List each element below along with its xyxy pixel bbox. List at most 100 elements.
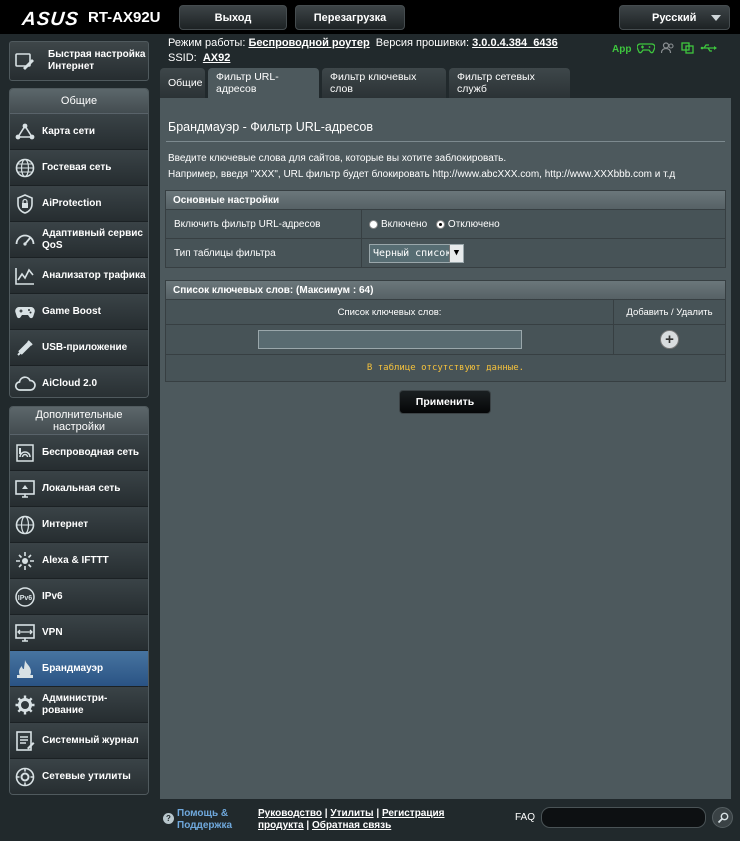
sidebar-item-game-boost[interactable]: Game Boost [10,294,148,330]
globe-icon [14,157,36,179]
ssid-label: SSID: [168,52,197,64]
firewall-flame-icon [14,658,36,680]
filter-table-type-select[interactable]: Черный список ▼ [369,243,464,263]
sidebar-item-traffic-analyzer[interactable]: Анализатор трафика [10,258,148,294]
logout-button[interactable]: Выход [179,5,287,30]
sidebar-item-lan[interactable]: Локальная сеть [10,471,148,507]
sidebar-item-label: VPN [42,626,63,638]
sidebar-item-label: Game Boost [42,305,101,317]
copy-icon[interactable] [681,42,695,57]
add-keyword-cell: + [614,325,725,354]
filter-table-type-label: Тип таблицы фильтра [166,239,362,267]
quick-internet-setup[interactable]: Быстрая настройка Интернет [9,41,149,81]
tab-url-filter[interactable]: Фильтр URL-адресов [208,68,319,98]
users-icon[interactable] [661,42,675,57]
description-line-1: Введите ключевые слова для сайтов, котор… [168,153,507,164]
radio-disabled-label: Отключено [447,218,500,230]
radio-enabled[interactable] [369,219,378,229]
description-line-2: Например, введя "XXX", URL фильтр будет … [168,169,676,180]
sidebar-item-guest-network[interactable]: Гостевая сеть [10,150,148,186]
enable-url-filter-row: Включить фильтр URL-адресов Включено Отк… [165,210,726,239]
radio-disabled[interactable] [435,219,445,229]
sidebar-item-wireless[interactable]: Беспроводная сеть [10,435,148,471]
ipv6-icon: IPv6 [14,586,36,608]
gamepad-icon [14,301,36,323]
sidebar-item-internet[interactable]: Интернет [10,507,148,543]
firmware-value-link[interactable]: 3.0.0.4.384_6436 [472,37,558,49]
help-line-1: Помощь & [177,808,229,819]
usb-plug-icon [14,337,36,359]
sidebar-item-label: IPv6 [42,590,63,602]
help-support-link[interactable]: Помощь & Поддержка [177,808,232,832]
tab-keyword-filter[interactable]: Фильтр ключевых слов [322,68,446,98]
ssid-value-link[interactable]: AX92 [203,52,231,64]
sidebar-item-label: Alexa & IFTTT [42,554,109,566]
feedback-link[interactable]: Обратная связь [312,820,391,831]
ssid-info: SSID: AX92 [168,52,230,64]
sidebar-item-label: Интернет [42,518,89,530]
lock-shield-icon [14,193,36,215]
gear-icon [14,694,36,716]
sidebar-item-network-tools[interactable]: Сетевые утилиты [10,759,148,794]
add-circle-icon[interactable]: + [660,330,679,349]
sidebar-item-aicloud[interactable]: AiCloud 2.0 [10,366,148,397]
reboot-button[interactable]: Перезагрузка [295,5,405,30]
sidebar-item-network-map[interactable]: Карта сети [10,114,148,150]
sidebar-item-label: USB-приложение [42,341,128,353]
sidebar-item-aiprotection[interactable]: AiProtection [10,186,148,222]
status-icons: App [612,42,718,57]
keyword-table-header: Список ключевых слов: Добавить / Удалить [165,300,726,325]
faq-search-input[interactable] [541,807,706,828]
sidebar-item-label: Беспроводная сеть [42,446,140,458]
sidebar-advanced-header: Дополнительные настройки [10,407,148,435]
app-icon[interactable]: App [612,44,631,55]
speedometer-icon [14,229,36,251]
usb-icon[interactable] [700,42,718,57]
sidebar-item-label: Сетевые утилиты [42,771,131,782]
language-select[interactable]: Русский [619,5,730,30]
sidebar-general-header: Общие [10,89,148,114]
keyword-input-cell [166,325,614,354]
caret-down-icon [711,15,721,21]
registration-link[interactable]: Регистрация [382,808,445,819]
sidebar-item-alexa-ifttt[interactable]: Alexa & IFTTT [10,543,148,579]
sidebar-item-firewall[interactable]: Брандмауэр [10,651,148,687]
sidebar-general: Общие Карта сети Гостевая сеть AiProtect… [9,88,149,398]
tab-general[interactable]: Общие [160,68,205,98]
sidebar-item-label: Анализатор трафика [42,269,146,281]
tab-service-filter[interactable]: Фильтр сетевых служб [449,68,570,98]
sidebar-item-label: AiProtection [42,197,102,209]
quick-setup-label: Быстрая настройка Интернет [48,49,146,72]
mode-value-link[interactable]: Беспроводной роутер [248,37,369,49]
sidebar-item-vpn[interactable]: VPN [10,615,148,651]
gamepad-icon[interactable] [636,42,656,57]
sidebar-item-system-log[interactable]: Системный журнал [10,723,148,759]
basic-settings-header: Основные настройки [165,190,726,210]
firmware-label: Версия прошивки: [375,37,470,49]
wizard-icon [14,50,36,72]
sidebar-item-label: Адаптивный сервис QoS [42,227,143,251]
sidebar-item-qos[interactable]: Адаптивный сервис QoS [10,222,148,258]
apply-button[interactable]: Применить [399,390,491,414]
language-value: Русский [652,11,697,24]
manual-link[interactable]: Руководство [258,808,322,819]
cloud-icon [14,373,36,395]
monitor-icon [14,478,36,500]
help-question-icon: ? [163,813,174,824]
utilities-link[interactable]: Утилиты [330,808,373,819]
keyword-input[interactable] [257,330,522,349]
help-line-2: Поддержка [177,820,233,831]
network-tools-icon [14,766,36,788]
traffic-graph-icon [14,265,36,287]
sidebar-item-label: Локальная сеть [42,482,121,494]
operation-mode-info: Режим работы: Беспроводной роутер Версия… [168,37,558,49]
keyword-list-header: Список ключевых слов: (Максимум : 64) [165,280,726,300]
faq-label: FAQ [515,812,536,823]
product-registration-link[interactable]: продукта [258,820,304,831]
search-icon[interactable] [712,807,733,828]
sidebar-item-usb-app[interactable]: USB-приложение [10,330,148,366]
col-keywords-header: Список ключевых слов: [166,300,614,324]
sidebar-item-ipv6[interactable]: IPv6 IPv6 [10,579,148,615]
footer-links: Руководство | Утилиты | Регистрация прод… [258,808,445,831]
sidebar-item-administration[interactable]: Администри-рование [10,687,148,723]
